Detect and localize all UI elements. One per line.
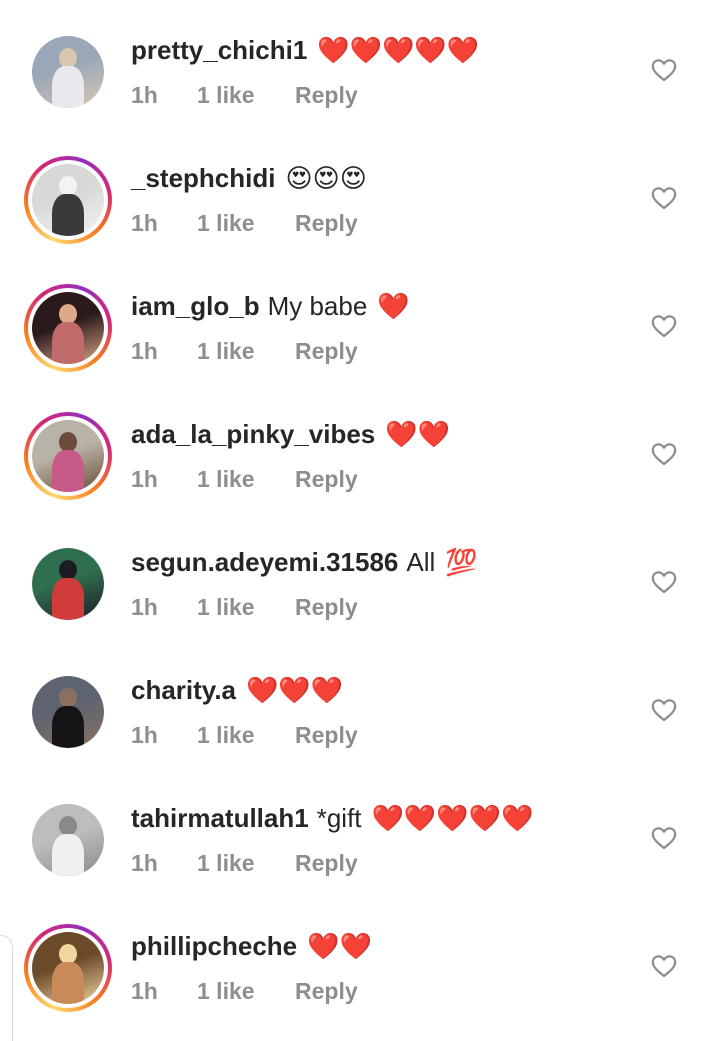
heart-outline-icon[interactable] (651, 570, 677, 594)
comment-emoji: ❤️❤️ (385, 418, 451, 449)
comment-like-count[interactable]: 1 like (197, 594, 295, 621)
comment-body: phillipcheche ❤️❤️ (131, 926, 372, 966)
heart-outline-icon[interactable] (651, 58, 677, 82)
comment-item: ada_la_pinky_vibes ❤️❤️ 1h 1 like Reply (0, 384, 720, 512)
comment-meta: 1h 1 like Reply (131, 976, 358, 1006)
comment-item: phillipcheche ❤️❤️ 1h 1 like Reply (0, 896, 720, 1024)
reply-button[interactable]: Reply (295, 82, 358, 109)
comment-time[interactable]: 1h (131, 594, 197, 621)
comment-time[interactable]: 1h (131, 466, 197, 493)
comment-emoji: 😍😍😍 (285, 162, 367, 193)
comment-body: iam_glo_b My babe ❤️ (131, 286, 410, 326)
comment-like-count[interactable]: 1 like (197, 466, 295, 493)
comment-username[interactable]: pretty_chichi1 (131, 35, 307, 66)
comment-meta: 1h 1 like Reply (131, 336, 358, 366)
avatar[interactable] (32, 676, 104, 748)
comment-text: My babe (267, 290, 368, 321)
reply-button[interactable]: Reply (295, 338, 358, 365)
comment-like-count[interactable]: 1 like (197, 338, 295, 365)
reply-button[interactable]: Reply (295, 210, 358, 237)
comment-item: segun.adeyemi.31586 All 💯 1h 1 like Repl… (0, 512, 720, 640)
avatar[interactable] (32, 548, 104, 620)
comment-meta: 1h 1 like Reply (131, 80, 358, 110)
comment-body: _stephchidi 😍😍😍 (131, 158, 367, 198)
comment-like-count[interactable]: 1 like (197, 978, 295, 1005)
comment-item: iam_glo_b My babe ❤️ 1h 1 like Reply (0, 256, 720, 384)
avatar[interactable] (24, 412, 112, 500)
comment-body: charity.a ❤️❤️❤️ (131, 670, 343, 710)
comment-text: *gift (316, 802, 362, 833)
comment-username[interactable]: iam_glo_b (131, 291, 260, 322)
comment-body: pretty_chichi1 ❤️❤️❤️❤️❤️ (131, 30, 479, 70)
avatar[interactable] (24, 284, 112, 372)
comment-time[interactable]: 1h (131, 850, 197, 877)
comment-emoji: ❤️❤️❤️❤️❤️ (317, 34, 480, 65)
avatar-image (32, 164, 104, 236)
heart-outline-icon[interactable] (651, 314, 677, 338)
comment-like-count[interactable]: 1 like (197, 210, 295, 237)
comment-username[interactable]: phillipcheche (131, 931, 297, 962)
avatar-image (32, 932, 104, 1004)
panel-edge (0, 935, 13, 1041)
avatar-image (32, 420, 104, 492)
reply-button[interactable]: Reply (295, 722, 358, 749)
reply-button[interactable]: Reply (295, 594, 358, 621)
comment-time[interactable]: 1h (131, 82, 197, 109)
comment-time[interactable]: 1h (131, 210, 197, 237)
avatar-image (32, 36, 104, 108)
avatar-image (32, 292, 104, 364)
comment-item: pretty_chichi1 ❤️❤️❤️❤️❤️ 1h 1 like Repl… (0, 0, 720, 128)
comment-time[interactable]: 1h (131, 722, 197, 749)
comment-emoji: ❤️❤️❤️❤️❤️ (371, 802, 534, 833)
comment-body: tahirmatullah1 *gift ❤️❤️❤️❤️❤️ (131, 798, 533, 838)
avatar[interactable] (32, 804, 104, 876)
avatar[interactable] (24, 156, 112, 244)
comment-body: segun.adeyemi.31586 All 💯 (131, 542, 478, 582)
reply-button[interactable]: Reply (295, 978, 358, 1005)
reply-button[interactable]: Reply (295, 466, 358, 493)
avatar-image (32, 804, 104, 876)
comment-meta: 1h 1 like Reply (131, 592, 358, 622)
heart-outline-icon[interactable] (651, 186, 677, 210)
avatar-image (32, 548, 104, 620)
comment-like-count[interactable]: 1 like (197, 850, 295, 877)
comment-emoji: 💯 (445, 546, 478, 577)
comment-text: All (406, 546, 436, 577)
comment-like-count[interactable]: 1 like (197, 722, 295, 749)
comment-item: _stephchidi 😍😍😍 1h 1 like Reply (0, 128, 720, 256)
heart-outline-icon[interactable] (651, 442, 677, 466)
comment-meta: 1h 1 like Reply (131, 848, 358, 878)
comment-item: charity.a ❤️❤️❤️ 1h 1 like Reply (0, 640, 720, 768)
reply-button[interactable]: Reply (295, 850, 358, 877)
avatar[interactable] (32, 36, 104, 108)
comment-meta: 1h 1 like Reply (131, 720, 358, 750)
comment-like-count[interactable]: 1 like (197, 82, 295, 109)
avatar[interactable] (24, 924, 112, 1012)
comment-username[interactable]: ada_la_pinky_vibes (131, 419, 375, 450)
comment-username[interactable]: tahirmatullah1 (131, 803, 309, 834)
comment-username[interactable]: charity.a (131, 675, 236, 706)
heart-outline-icon[interactable] (651, 826, 677, 850)
comment-username[interactable]: _stephchidi (131, 163, 275, 194)
comment-emoji: ❤️❤️ (307, 930, 372, 961)
comment-username[interactable]: segun.adeyemi.31586 (131, 547, 398, 578)
comment-time[interactable]: 1h (131, 978, 197, 1005)
comment-time[interactable]: 1h (131, 338, 197, 365)
comment-emoji: ❤️ (377, 290, 410, 321)
heart-outline-icon[interactable] (651, 698, 677, 722)
comment-item: tahirmatullah1 *gift ❤️❤️❤️❤️❤️ 1h 1 lik… (0, 768, 720, 896)
avatar-image (32, 676, 104, 748)
comment-meta: 1h 1 like Reply (131, 208, 358, 238)
comment-meta: 1h 1 like Reply (131, 464, 358, 494)
heart-outline-icon[interactable] (651, 954, 677, 978)
comment-body: ada_la_pinky_vibes ❤️❤️ (131, 414, 450, 454)
comment-emoji: ❤️❤️❤️ (246, 674, 344, 705)
